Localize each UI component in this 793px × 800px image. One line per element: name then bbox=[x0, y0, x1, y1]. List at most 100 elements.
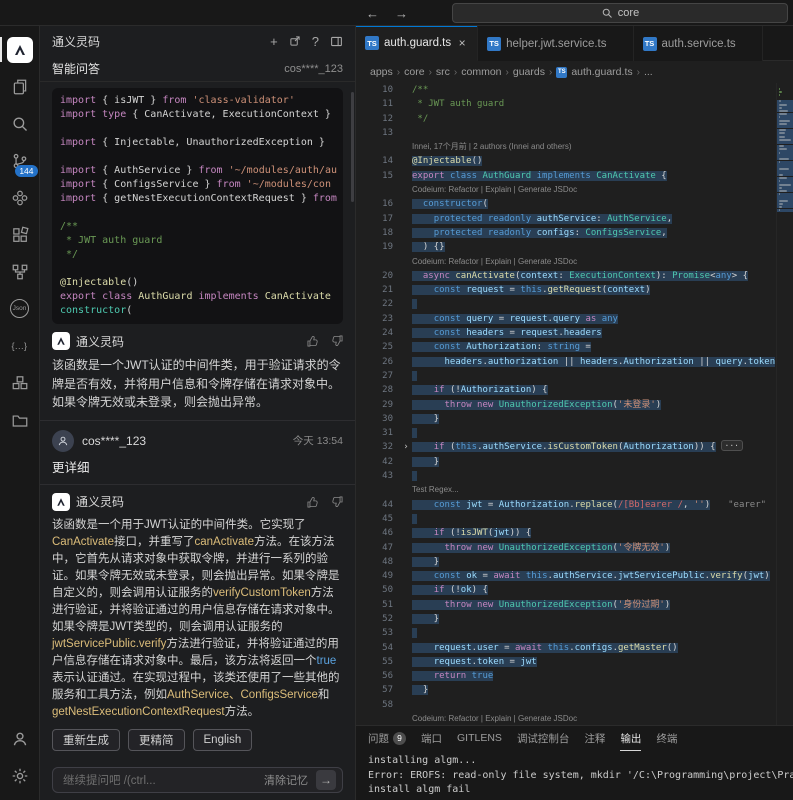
editor-tab-helper.jwt.service.ts[interactable]: TShelper.jwt.service.ts bbox=[478, 26, 633, 61]
answer-segment: 方法。 bbox=[225, 706, 260, 718]
output-console[interactable]: installing algm...Error: EROFS: read-onl… bbox=[356, 751, 793, 798]
activity-flower-extension[interactable] bbox=[0, 179, 40, 216]
fold-column bbox=[400, 312, 412, 326]
breadcrumb-file[interactable]: TSauth.guard.ts bbox=[556, 66, 632, 78]
panel-tab-端口[interactable]: 端口 bbox=[421, 726, 442, 751]
code-token: jwt bbox=[748, 571, 764, 581]
code-line: 15export class AuthGuard implements CanA… bbox=[356, 169, 793, 183]
fold-column bbox=[400, 669, 412, 683]
code-line: 49 const ok = await this.authService.jwt… bbox=[356, 569, 793, 583]
nav-forward-icon[interactable]: → bbox=[395, 6, 408, 21]
code-editor[interactable]: 10/**11 * JWT auth guard12 */13Innei, 17… bbox=[356, 83, 793, 725]
thumb-up-icon[interactable] bbox=[307, 335, 319, 347]
chevron-right-icon: › bbox=[397, 67, 400, 78]
breadcrumb-item-guards[interactable]: guards bbox=[513, 66, 545, 78]
panel-tab-终端[interactable]: 终端 bbox=[656, 726, 677, 751]
new-chat-plus-icon[interactable]: + bbox=[270, 35, 278, 48]
help-icon[interactable]: ? bbox=[312, 35, 319, 48]
line-content: const query = request.query as any bbox=[412, 312, 793, 326]
fold-column bbox=[400, 641, 412, 655]
activity-snippets[interactable]: {...} bbox=[0, 327, 40, 364]
close-icon[interactable]: × bbox=[456, 36, 468, 50]
line-text: const headers = request.headers bbox=[412, 328, 602, 338]
line-text: throw new UnauthorizedException('未登录') bbox=[412, 400, 661, 410]
line-text: request.token = jwt bbox=[412, 657, 537, 667]
sidebar-scrollbar[interactable] bbox=[351, 92, 354, 202]
fold-chevron-icon[interactable]: › bbox=[400, 440, 412, 454]
panel-tab-注释[interactable]: 注释 bbox=[584, 726, 605, 751]
thumb-down-icon[interactable] bbox=[331, 496, 343, 508]
minimap-line bbox=[779, 168, 789, 170]
breadcrumb-more[interactable]: ... bbox=[644, 66, 653, 78]
minimap[interactable] bbox=[776, 83, 793, 725]
line-content: */ bbox=[412, 112, 793, 126]
activity-extensions[interactable] bbox=[0, 216, 40, 253]
answer-segment: verifyCustomToken bbox=[213, 587, 311, 599]
account-label[interactable]: cos****_123 bbox=[284, 63, 343, 75]
codelens-row[interactable]: Innei, 17个月前 | 2 authors (Innei and othe… bbox=[356, 140, 793, 154]
activity-explorer[interactable] bbox=[0, 68, 40, 105]
code-token: /** bbox=[412, 85, 428, 95]
panel-tab-输出[interactable]: 输出 bbox=[620, 726, 641, 751]
breadcrumb-item-src[interactable]: src bbox=[436, 66, 450, 78]
line-content: * JWT auth guard bbox=[412, 97, 793, 111]
code-token: , bbox=[683, 500, 694, 510]
code-token: from bbox=[198, 165, 222, 176]
code-token: isJWT bbox=[461, 528, 488, 538]
activity-settings[interactable] bbox=[0, 757, 40, 794]
chip-更精简[interactable]: 更精简 bbox=[128, 729, 185, 751]
typescript-icon: TS bbox=[556, 67, 567, 78]
panel-tab-问题[interactable]: 问题9 bbox=[368, 726, 406, 751]
code-token bbox=[412, 342, 434, 352]
panel-tab-label: 端口 bbox=[421, 731, 442, 746]
code-line: 32› if (this.authService.isCustomToken(A… bbox=[356, 440, 793, 454]
clear-memory-button[interactable]: 清除记忆 bbox=[264, 772, 308, 788]
line-number: 29 bbox=[356, 398, 400, 412]
chip-重新生成[interactable]: 重新生成 bbox=[52, 729, 120, 751]
panel-tab-调试控制台[interactable]: 调试控制台 bbox=[517, 726, 570, 751]
code-token: implements bbox=[192, 291, 264, 302]
panel-tab-GITLENS[interactable]: GITLENS bbox=[457, 726, 502, 751]
codelens-row[interactable]: Codeium: Refactor | Explain | Generate J… bbox=[356, 255, 793, 269]
activity-search[interactable] bbox=[0, 105, 40, 142]
editor-tab-auth.guard.ts[interactable]: TSauth.guard.ts× bbox=[356, 26, 478, 61]
fold-column bbox=[400, 526, 412, 540]
activity-git-graph[interactable] bbox=[0, 253, 40, 290]
codelens-row[interactable]: Codeium: Refactor | Explain | Generate J… bbox=[356, 712, 793, 725]
minimap-line bbox=[779, 152, 780, 154]
thumb-up-icon[interactable] bbox=[307, 496, 319, 508]
breadcrumb-item-apps[interactable]: apps bbox=[370, 66, 393, 78]
activity-folder[interactable] bbox=[0, 401, 40, 438]
breadcrumb-item-common[interactable]: common bbox=[461, 66, 501, 78]
code-token: > { bbox=[732, 271, 748, 281]
ai-answer-1: 该函数是一个JWT认证的中间件类，用于验证请求的令牌是否有效，并将用户信息和令牌… bbox=[52, 356, 343, 412]
folded-code-badge[interactable]: ··· bbox=[721, 440, 743, 451]
activity-tongyi-lingma[interactable] bbox=[0, 31, 40, 68]
open-external-icon[interactable] bbox=[289, 35, 301, 47]
minimap-line bbox=[779, 129, 786, 131]
codelens-row[interactable]: Codeium: Refactor | Explain | Generate J… bbox=[356, 183, 793, 197]
editor-tab-auth.service.ts[interactable]: TSauth.service.ts bbox=[634, 26, 763, 61]
thumb-down-icon[interactable] bbox=[331, 335, 343, 347]
activity-source-control[interactable]: 144 bbox=[0, 142, 40, 179]
code-token: Authorization bbox=[623, 442, 693, 452]
nav-back-icon[interactable]: ← bbox=[366, 6, 379, 21]
breadcrumb-item-core[interactable]: core bbox=[404, 66, 424, 78]
chip-English[interactable]: English bbox=[193, 729, 253, 751]
minimap-line bbox=[779, 158, 789, 160]
chat-input[interactable]: 继续提问吧 /(ctrl... 清除记忆 → bbox=[52, 767, 343, 793]
chat-scroll-area[interactable]: import { isJWT } from 'class-validator'i… bbox=[40, 82, 355, 762]
command-center-search[interactable]: core bbox=[452, 3, 788, 23]
fold-column bbox=[400, 569, 412, 583]
tab-smart-qa[interactable]: 智能问答 bbox=[52, 60, 100, 77]
line-text: protected readonly configs: ConfigsServi… bbox=[412, 228, 667, 238]
layout-panel-icon[interactable] bbox=[330, 35, 343, 48]
code-token: '未登录' bbox=[618, 400, 656, 410]
activity-json-tool[interactable]: Json bbox=[0, 290, 40, 327]
activity-accounts[interactable] bbox=[0, 720, 40, 757]
activity-blocks[interactable] bbox=[0, 364, 40, 401]
minimap-line bbox=[779, 120, 790, 122]
codelens-row[interactable]: Test Regex... bbox=[356, 483, 793, 497]
send-button[interactable]: → bbox=[316, 770, 336, 790]
line-text: } bbox=[412, 414, 439, 424]
